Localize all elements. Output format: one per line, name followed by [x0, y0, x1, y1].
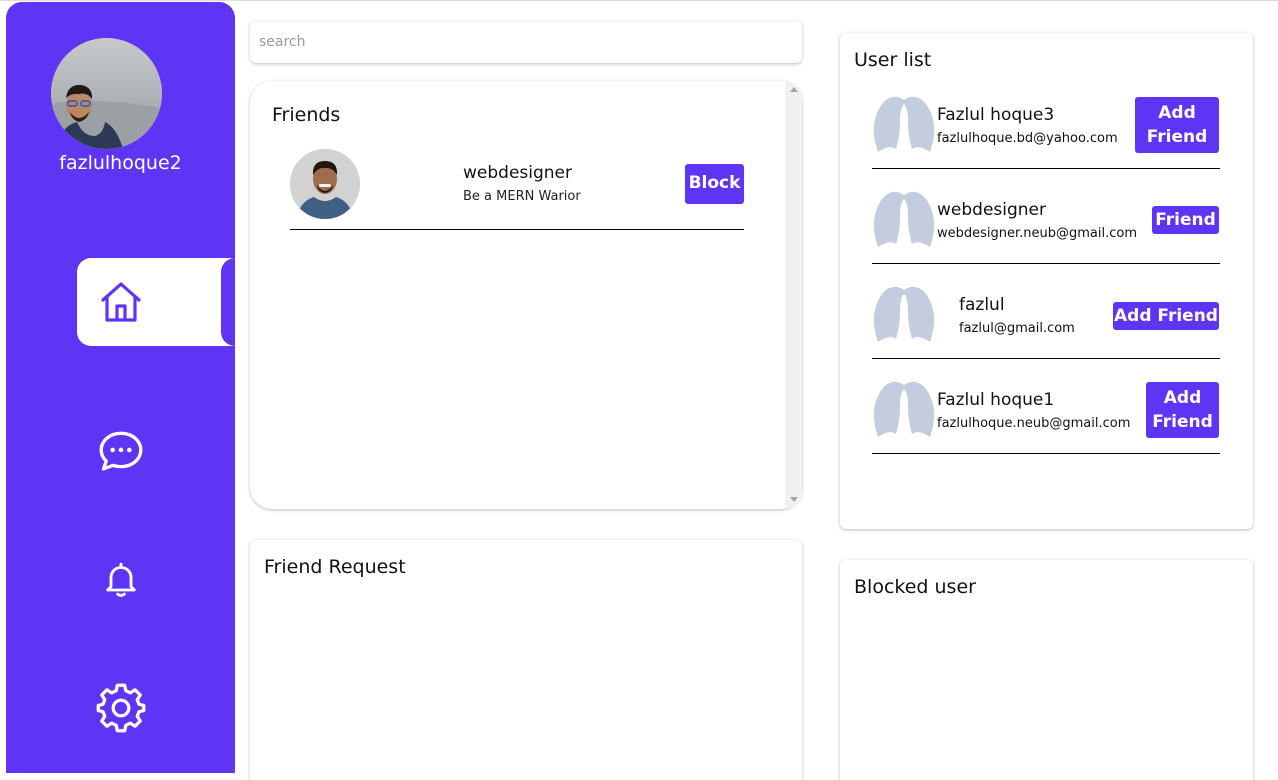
home-icon [97, 278, 145, 326]
friend-row: webdesigner Be a MERN Warior Block [290, 149, 744, 230]
default-avatar-icon [872, 284, 937, 344]
user-row: Fazlul hoque1 fazlulhoque.neub@gmail.com… [872, 359, 1220, 454]
user-row: fazlul fazlul@gmail.com Add Friend [872, 264, 1220, 359]
add-friend-button-label-line1: Add [1158, 103, 1196, 123]
default-avatar-icon [872, 94, 937, 154]
bell-icon[interactable] [101, 558, 141, 602]
gear-icon[interactable] [95, 682, 147, 734]
friends-title: Friends [272, 104, 341, 126]
user-email: fazlul@gmail.com [959, 321, 1075, 336]
user-name: Fazlul hoque3 [937, 105, 1055, 125]
blocked-user-panel: Blocked user [840, 560, 1253, 780]
username: fazlulhoque2 [59, 152, 182, 174]
friend-request-title: Friend Request [264, 556, 406, 578]
friends-panel: Friends webdesigner Be a MERN Warior Blo… [250, 81, 802, 509]
add-friend-button-label-line1: Add [1163, 388, 1202, 408]
scroll-down-arrow-icon[interactable] [790, 497, 798, 502]
add-friend-button[interactable]: Add Friend [1146, 382, 1219, 438]
default-avatar-icon [872, 379, 937, 439]
scroll-up-arrow-icon[interactable] [790, 87, 798, 92]
user-name: Fazlul hoque1 [937, 390, 1055, 410]
block-button[interactable]: Block [685, 164, 744, 204]
add-friend-button-label-line2: Friend [1152, 412, 1213, 432]
user-row: webdesigner webdesigner.neub@gmail.com F… [872, 169, 1220, 264]
user-name: fazlul [959, 295, 1005, 315]
profile-avatar[interactable] [51, 38, 162, 149]
search-input[interactable] [250, 21, 802, 63]
add-friend-button[interactable]: Add Friend [1113, 302, 1219, 330]
sidebar: fazlulhoque2 [6, 2, 235, 773]
user-list-panel: User list Fazlul hoque3 fazlulhoque.bd@y… [840, 33, 1253, 529]
user-list-title: User list [854, 49, 932, 71]
blocked-user-title: Blocked user [854, 576, 976, 598]
default-avatar-icon [872, 189, 937, 249]
message-icon[interactable] [95, 426, 147, 476]
user-email: fazlulhoque.neub@gmail.com [937, 416, 1131, 431]
friend-button[interactable]: Friend [1152, 206, 1219, 234]
friend-request-panel: Friend Request [250, 540, 802, 780]
friend-subtitle: Be a MERN Warior [463, 189, 581, 204]
top-divider [0, 0, 1278, 1]
add-friend-button[interactable]: Add Friend [1135, 97, 1219, 153]
friend-name: webdesigner [463, 163, 572, 183]
user-row: Fazlul hoque3 fazlulhoque.bd@yahoo.com A… [872, 74, 1220, 169]
nav-home[interactable] [77, 258, 235, 346]
friend-avatar [290, 149, 360, 219]
user-name: webdesigner [937, 200, 1046, 220]
add-friend-button-label-line2: Friend [1146, 127, 1208, 147]
scrollbar[interactable] [785, 81, 802, 509]
user-email: webdesigner.neub@gmail.com [937, 226, 1138, 241]
active-indicator [221, 258, 235, 346]
user-email: fazlulhoque.bd@yahoo.com [937, 131, 1118, 146]
